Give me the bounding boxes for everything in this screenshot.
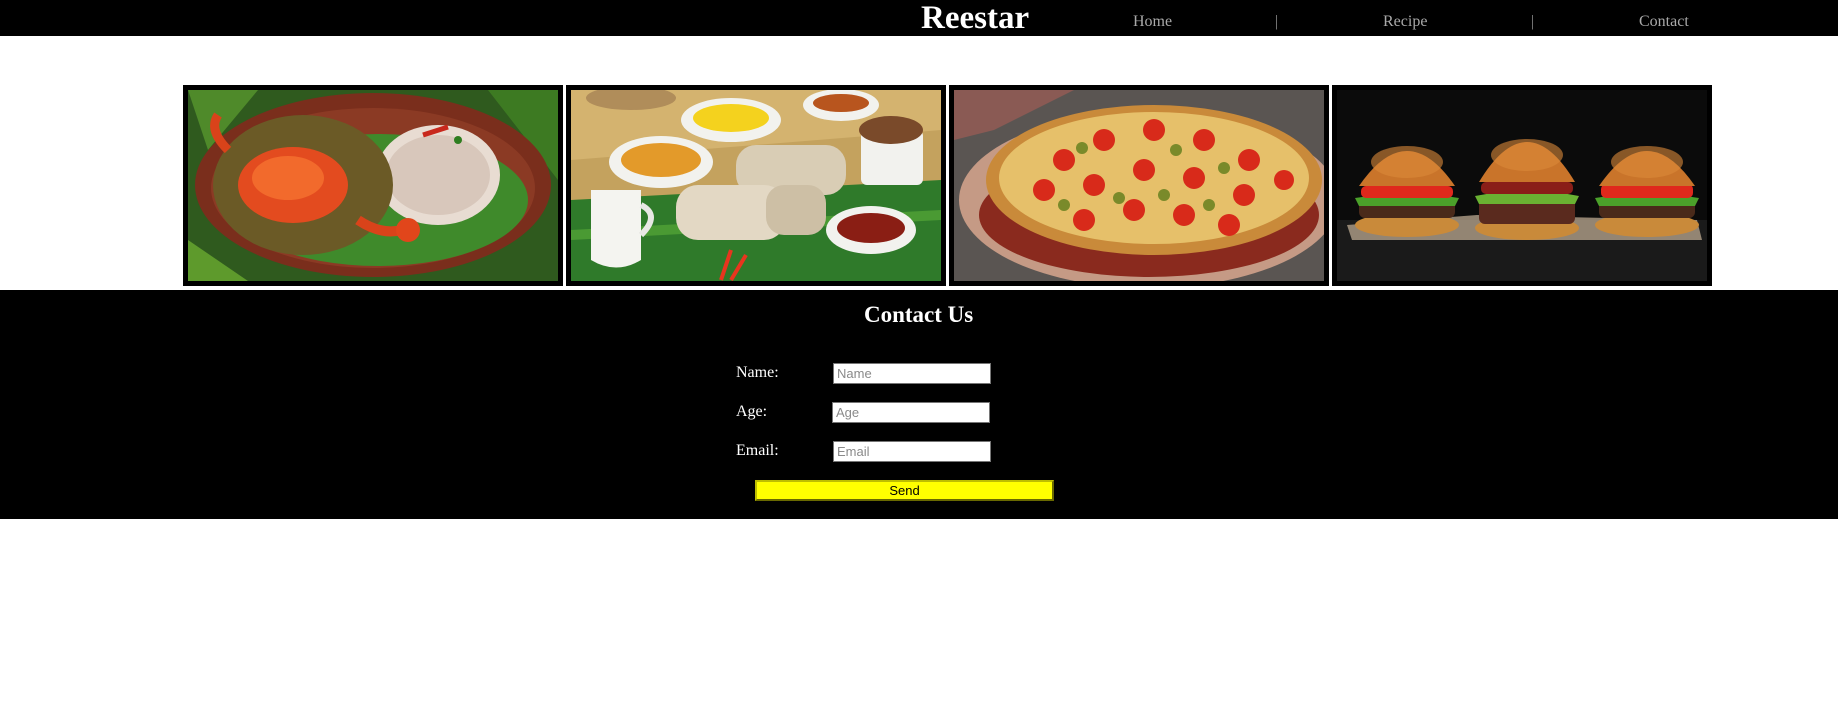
food-gallery — [183, 85, 1712, 286]
puttu-curry-spread-photo — [566, 85, 946, 286]
send-button[interactable]: Send — [755, 480, 1054, 501]
nav-separator: | — [1275, 13, 1279, 30]
age-input[interactable] — [832, 402, 990, 423]
top-navbar: Reestar Home | Recipe | Contact — [0, 0, 1838, 36]
nav-separator: | — [1531, 13, 1535, 30]
nav-home-link[interactable]: Home — [1133, 12, 1172, 32]
nav-contact-link[interactable]: Contact — [1639, 12, 1689, 32]
contact-section: Contact Us Name: Age: Email: Send — [0, 290, 1838, 519]
crab-curry-rice-photo — [183, 85, 563, 286]
site-logo-title: Reestar — [921, 0, 1030, 36]
email-label: Email: — [736, 442, 779, 459]
age-label: Age: — [736, 403, 768, 420]
name-input[interactable] — [833, 363, 991, 384]
contact-heading: Contact Us — [864, 302, 974, 327]
nav-recipe-link[interactable]: Recipe — [1383, 12, 1427, 32]
pizza-photo — [949, 85, 1329, 286]
burgers-photo — [1332, 85, 1712, 286]
name-label: Name: — [736, 364, 779, 381]
email-input[interactable] — [833, 441, 991, 462]
